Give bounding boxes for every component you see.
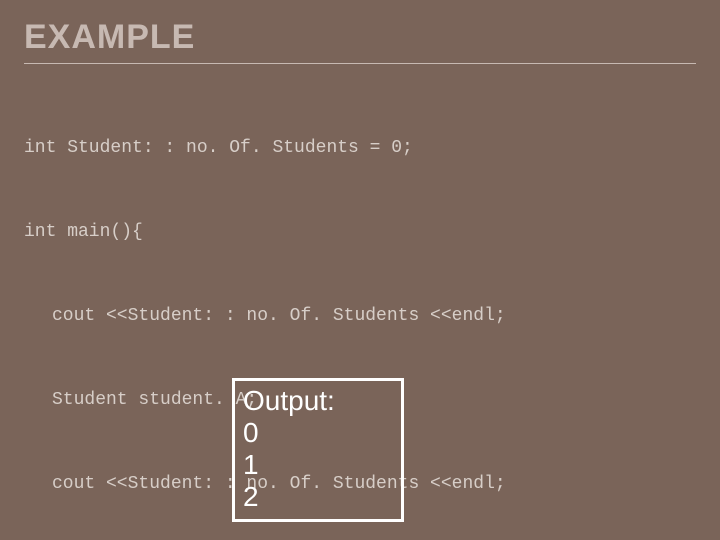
output-heading: Output: [243,385,393,417]
output-box: Output: 0 1 2 [232,378,404,522]
slide-title: EXAMPLE [24,18,696,57]
code-line: cout <<Student: : no. Of. Students <<end… [24,302,696,330]
output-line: 2 [243,481,393,513]
code-line: int Student: : no. Of. Students = 0; [24,134,696,162]
code-line: int main(){ [24,218,696,246]
slide: EXAMPLE int Student: : no. Of. Students … [0,0,720,540]
output-line: 0 [243,417,393,449]
title-divider [24,63,696,64]
output-line: 1 [243,449,393,481]
